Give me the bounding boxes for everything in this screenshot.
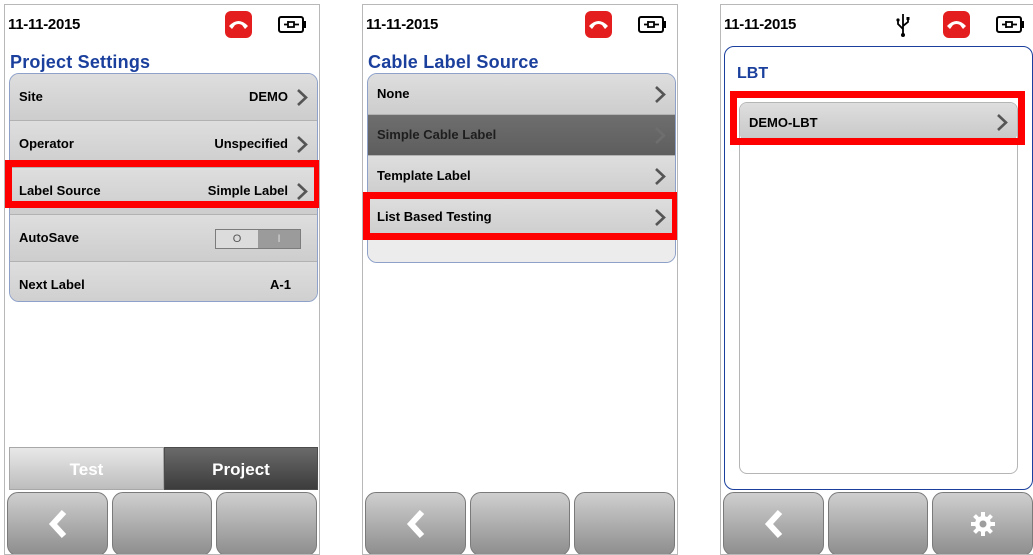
battery-plug-icon xyxy=(277,16,306,33)
chevron-right-icon xyxy=(655,127,666,144)
autosave-row: AutoSave O I xyxy=(10,215,317,262)
tab-test[interactable]: Test xyxy=(9,447,164,490)
row-label: Next Label xyxy=(19,277,85,292)
back-button[interactable] xyxy=(7,492,108,554)
option-template-label[interactable]: Template Label xyxy=(368,156,675,197)
site-row[interactable]: Site DEMO xyxy=(10,74,317,121)
softkey-3-button[interactable] xyxy=(574,492,675,554)
row-value: A-1 xyxy=(270,277,291,292)
highlight-box xyxy=(363,192,677,240)
lbt-list: DEMO-LBT xyxy=(739,102,1018,474)
status-date: 11-11-2015 xyxy=(366,16,439,33)
row-value: DEMO xyxy=(249,89,288,104)
phone-hangup-icon xyxy=(943,11,970,38)
lbt-screen: 11-11-2015 LBT DEMO-LBT xyxy=(720,4,1033,555)
back-icon xyxy=(48,509,66,539)
row-label: Site xyxy=(19,89,43,104)
chevron-right-icon xyxy=(655,86,666,103)
chevron-right-icon xyxy=(655,168,666,185)
bottom-button-bar xyxy=(5,492,319,554)
softkey-2-button[interactable] xyxy=(828,492,928,554)
row-label: AutoSave xyxy=(19,230,79,245)
settings-button[interactable] xyxy=(932,492,1033,554)
gear-icon xyxy=(970,512,995,536)
status-bar: 11-11-2015 xyxy=(721,5,1033,45)
status-date: 11-11-2015 xyxy=(724,16,797,33)
highlight-box xyxy=(730,91,1025,145)
phone-hangup-icon xyxy=(225,11,252,38)
option-none[interactable]: None xyxy=(368,74,675,115)
autosave-toggle[interactable]: O I xyxy=(215,229,301,249)
phone-hangup-icon xyxy=(585,11,612,38)
row-label: Template Label xyxy=(377,168,471,183)
bottom-button-bar xyxy=(721,492,1033,554)
status-bar: 11-11-2015 xyxy=(363,5,677,45)
softkey-2-button[interactable] xyxy=(112,492,212,554)
softkey-2-button[interactable] xyxy=(470,492,570,554)
back-button[interactable] xyxy=(365,492,466,554)
project-settings-screen: 11-11-2015 Project Settings Site DEMO Op… xyxy=(4,4,320,555)
row-value: Unspecified xyxy=(214,136,288,151)
chevron-right-icon xyxy=(297,136,308,153)
battery-plug-icon xyxy=(637,16,666,33)
chevron-right-icon xyxy=(297,89,308,106)
page-title: LBT xyxy=(737,65,769,82)
row-label: None xyxy=(377,86,410,101)
usb-icon xyxy=(896,12,910,38)
tab-bar: Test Project xyxy=(9,447,318,490)
back-icon xyxy=(764,509,782,539)
toggle-on-label: O xyxy=(216,230,258,248)
back-icon xyxy=(406,509,424,539)
cable-label-source-screen: 11-11-2015 Cable Label Source None Simpl… xyxy=(362,4,678,555)
status-bar: 11-11-2015 xyxy=(5,5,319,45)
next-label-row: Next Label A-1 xyxy=(10,262,317,301)
status-date: 11-11-2015 xyxy=(8,16,81,33)
row-label: Operator xyxy=(19,136,74,151)
toggle-off-label: I xyxy=(258,230,300,248)
battery-plug-icon xyxy=(995,16,1024,33)
list-filler xyxy=(368,238,675,262)
option-simple-cable-label[interactable]: Simple Cable Label xyxy=(368,115,675,156)
highlight-box xyxy=(5,160,319,208)
tab-project[interactable]: Project xyxy=(164,447,318,490)
row-label: Simple Cable Label xyxy=(377,127,497,142)
back-button[interactable] xyxy=(723,492,824,554)
bottom-button-bar xyxy=(363,492,677,554)
softkey-3-button[interactable] xyxy=(216,492,317,554)
page-title: Cable Label Source xyxy=(368,52,539,72)
page-title: Project Settings xyxy=(10,52,151,72)
